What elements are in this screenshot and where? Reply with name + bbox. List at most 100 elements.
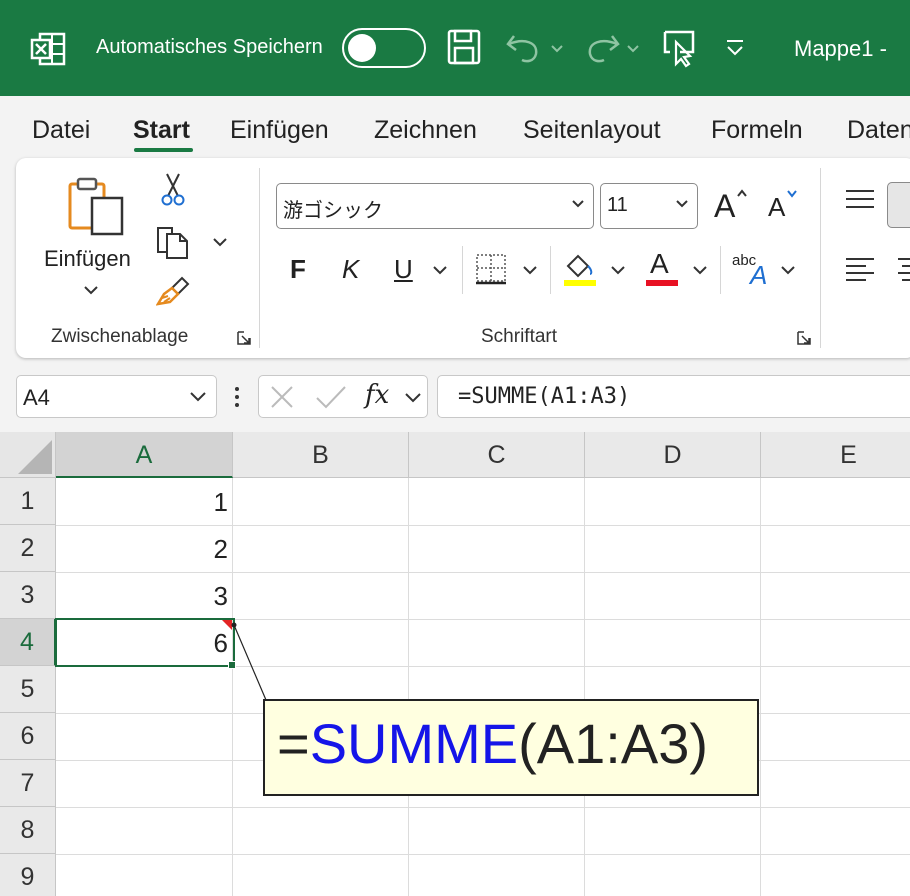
row-header-4[interactable]: 4 [0,619,56,666]
underline-button[interactable]: U [394,254,413,285]
tab-datei[interactable]: Datei [32,116,90,145]
row-header-5[interactable]: 5 [0,666,56,713]
borders-dropdown-chevron-icon[interactable] [522,264,538,276]
select-all-triangle-icon [18,440,52,474]
align-middle-button[interactable] [887,182,910,228]
column-header-d[interactable]: D [585,432,761,478]
cancel-icon[interactable] [269,384,295,410]
font-name-value: 游ゴシック [283,198,383,222]
row-header-8[interactable]: 8 [0,807,56,854]
font-color-button[interactable]: A [644,248,682,288]
paste-dropdown-chevron-icon[interactable] [82,284,100,296]
fill-color-icon[interactable] [562,250,598,286]
font-size-value: 11 [607,194,628,216]
format-painter-icon[interactable] [156,276,190,308]
column-header-c[interactable]: C [409,432,585,478]
undo-icon[interactable] [504,28,564,68]
callout-args: (A1:A3) [518,712,709,775]
active-cell-border [55,618,235,667]
callout-prefix: = [277,712,310,775]
enter-check-icon[interactable] [315,384,347,410]
formula-comment-box: =SUMME(A1:A3) [263,699,759,796]
name-box[interactable]: A4 [16,375,217,418]
chevron-down-icon [190,392,206,402]
tab-einfuegen[interactable]: Einfügen [230,116,329,145]
insert-function-button[interactable]: fx [365,380,389,410]
phonetic-dropdown-chevron-icon[interactable] [780,264,796,276]
title-bar: Automatisches Speichern Mappe1 - [0,0,910,96]
ribbon-separator [820,168,821,348]
ribbon-separator [720,246,721,294]
active-tab-indicator [134,148,193,152]
redo-icon[interactable] [586,28,646,68]
gridline [760,478,761,896]
ribbon-separator [259,168,260,348]
align-center-icon[interactable] [894,256,910,284]
row-header-9[interactable]: 9 [0,854,56,896]
phonetic-guide-button[interactable]: abc A [732,252,772,292]
comment-indicator [222,620,232,630]
toggle-knob [348,34,376,62]
font-size-select[interactable]: 11 [600,183,698,229]
chevron-down-icon[interactable] [403,391,423,405]
customize-toolbar-icon[interactable] [724,38,746,58]
save-icon[interactable] [446,28,482,66]
paste-label[interactable]: Einfügen [44,246,131,272]
select-all-button[interactable] [0,432,56,478]
touch-mode-icon[interactable] [662,28,698,68]
clipboard-group-label: Zwischenablage [51,326,189,347]
formula-actions: fx [258,375,428,418]
chevron-down-icon [676,200,688,208]
clipboard-dialog-launcher-icon[interactable] [236,330,252,346]
fill-color-dropdown-chevron-icon[interactable] [610,264,626,276]
excel-logo-icon [30,32,66,66]
row-header-6[interactable]: 6 [0,713,56,760]
row-header-7[interactable]: 7 [0,760,56,807]
document-title: Mappe1 - [794,36,887,61]
gridline [408,478,409,896]
align-top-icon[interactable] [844,188,876,212]
copy-icon[interactable] [156,224,190,260]
worksheet-grid: A B C D E 1 2 3 4 5 6 7 8 9 1 2 3 6 [0,432,910,896]
underline-dropdown-chevron-icon[interactable] [432,264,448,276]
column-header-b[interactable]: B [233,432,409,478]
align-left-icon[interactable] [844,256,876,284]
font-name-select[interactable]: 游ゴシック [276,183,594,229]
row-header-1[interactable]: 1 [0,478,56,525]
formula-input[interactable]: =SUMME(A1:A3) [437,375,910,418]
paste-icon[interactable] [64,176,128,240]
bold-button[interactable]: F [290,254,306,285]
formula-input-value: =SUMME(A1:A3) [458,384,631,409]
row-header-2[interactable]: 2 [0,525,56,572]
cut-icon[interactable] [158,172,188,208]
fill-handle[interactable] [228,661,236,669]
column-header-e[interactable]: E [761,432,910,478]
row-header-3[interactable]: 3 [0,572,56,619]
autosave-label: Automatisches Speichern [96,36,323,58]
tab-start[interactable]: Start [133,116,190,145]
gridline [232,478,233,896]
decrease-font-size-button[interactable]: A [766,186,806,226]
tab-daten[interactable]: Daten [847,116,910,145]
tab-zeichnen[interactable]: Zeichnen [374,116,477,145]
font-color-dropdown-chevron-icon[interactable] [692,264,708,276]
font-dialog-launcher-icon[interactable] [796,330,812,346]
more-options-icon[interactable] [233,386,241,408]
grow-font-glyph: A [714,188,736,224]
cell-a1[interactable]: 1 [57,478,230,525]
autosave-toggle[interactable] [342,28,426,68]
copy-dropdown-chevron-icon[interactable] [212,236,228,248]
cell-a3[interactable]: 3 [57,572,230,619]
italic-button[interactable]: K [342,254,359,285]
cell-a2[interactable]: 2 [57,525,230,572]
gridline [584,478,585,896]
column-header-a[interactable]: A [56,432,233,478]
borders-icon[interactable] [474,252,508,286]
tab-seitenlayout[interactable]: Seitenlayout [523,116,661,145]
gridline [56,807,910,808]
tab-formeln[interactable]: Formeln [711,116,803,145]
name-box-value: A4 [23,385,50,410]
increase-font-size-button[interactable]: A [712,186,752,226]
caret-up-icon [737,189,747,197]
font-color-glyph: A [650,248,669,279]
